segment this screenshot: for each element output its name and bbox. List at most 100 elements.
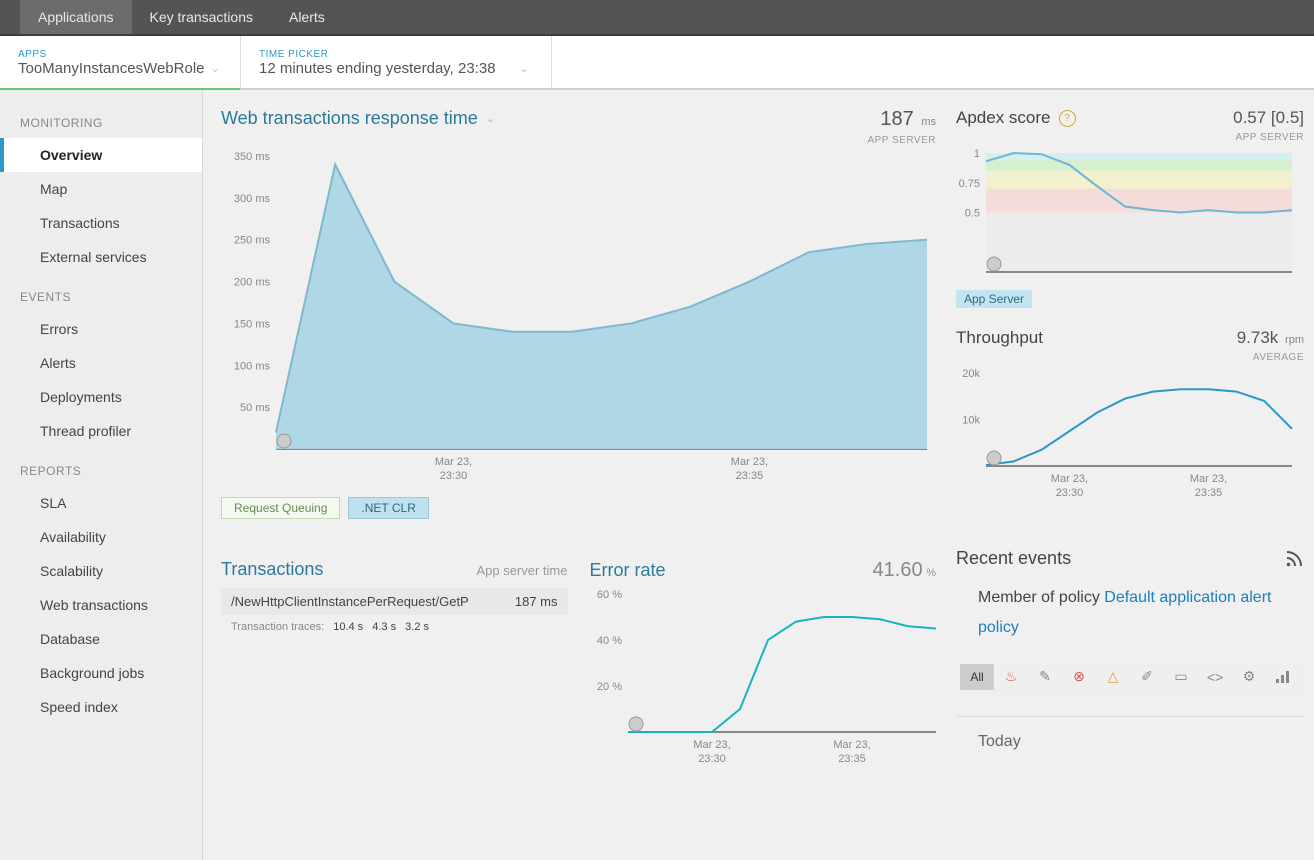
sidebar-item-speed-index[interactable]: Speed index xyxy=(0,690,202,724)
filter-eraser-icon[interactable]: ✎ xyxy=(1028,664,1062,690)
svg-text:50 ms: 50 ms xyxy=(240,402,270,414)
top-tab-bar: Applications Key transactions Alerts xyxy=(0,0,1314,36)
svg-text:0.5: 0.5 xyxy=(965,208,980,220)
recent-events-title: Recent events xyxy=(956,548,1071,569)
sidebar-item-transactions[interactable]: Transactions xyxy=(0,206,202,240)
chevron-down-icon: ⌄ xyxy=(211,62,220,75)
sidebar-item-availability[interactable]: Availability xyxy=(0,520,202,554)
sidebar-item-overview[interactable]: Overview xyxy=(0,138,202,172)
response-time-chart[interactable]: 50 ms100 ms150 ms200 ms250 ms300 ms350 m… xyxy=(221,152,931,487)
svg-text:1: 1 xyxy=(974,149,980,160)
tab-alerts[interactable]: Alerts xyxy=(271,0,343,34)
apdex-pill[interactable]: App Server xyxy=(956,290,1032,308)
throughput-chart[interactable]: 10k 20k Mar 23, 23:30 Mar 23, 23:35 xyxy=(956,369,1296,504)
svg-text:23:35: 23:35 xyxy=(1195,487,1223,499)
app-selector-label: APPS xyxy=(18,49,218,60)
legend-request-queuing[interactable]: Request Queuing xyxy=(221,497,340,519)
response-time-unit: ms xyxy=(921,116,936,128)
filter-fire-icon[interactable]: ♨ xyxy=(994,664,1028,690)
chevron-down-icon: ⌄ xyxy=(520,62,529,75)
sidebar: MONITORING Overview Map Transactions Ext… xyxy=(0,90,203,860)
transaction-row[interactable]: /NewHttpClientInstancePerRequest/GetP 18… xyxy=(221,588,568,615)
filter-gear-icon[interactable]: ⚙ xyxy=(1232,664,1266,690)
app-selector[interactable]: APPS TooManyInstancesWebRole ⌄ xyxy=(0,36,241,88)
transactions-title: Transactions xyxy=(221,559,323,580)
svg-text:150 ms: 150 ms xyxy=(234,318,271,330)
filter-error-icon[interactable]: ⊗ xyxy=(1062,664,1096,690)
help-icon[interactable]: ? xyxy=(1059,110,1076,127)
apdex-chart[interactable]: 0.5 0.75 1 xyxy=(956,149,1296,284)
svg-text:23:35: 23:35 xyxy=(838,753,866,765)
svg-text:23:30: 23:30 xyxy=(1056,487,1084,499)
svg-text:Mar 23,: Mar 23, xyxy=(731,456,768,468)
svg-text:23:30: 23:30 xyxy=(698,753,726,765)
traces-label: Transaction traces: xyxy=(231,621,324,633)
sidebar-section-events: EVENTS xyxy=(0,274,202,312)
sidebar-item-background-jobs[interactable]: Background jobs xyxy=(0,656,202,690)
transactions-sub: App server time xyxy=(476,563,567,578)
svg-text:23:30: 23:30 xyxy=(440,470,468,482)
app-selector-value: TooManyInstancesWebRole xyxy=(18,60,205,77)
response-time-sub: APP SERVER xyxy=(867,135,936,146)
chevron-down-icon: ⌄ xyxy=(486,112,495,125)
sidebar-section-monitoring: MONITORING xyxy=(0,100,202,138)
policy-prefix: Member of policy xyxy=(978,589,1104,606)
error-rate-chart[interactable]: 20 %40 %60 %Mar 23,23:30Mar 23,23:35 xyxy=(590,590,940,770)
error-rate-unit: % xyxy=(926,567,936,579)
sidebar-item-map[interactable]: Map xyxy=(0,172,202,206)
filter-bars-icon[interactable] xyxy=(1266,664,1300,690)
transaction-time: 187 ms xyxy=(515,594,558,609)
time-picker-label: TIME PICKER xyxy=(259,49,529,60)
sidebar-item-external-services[interactable]: External services xyxy=(0,240,202,274)
time-picker-value: 12 minutes ending yesterday, 23:38 xyxy=(259,60,496,77)
filter-code-icon[interactable]: <> xyxy=(1198,664,1232,690)
event-filter-strip: All ♨ ✎ ⊗ △ ✐ ▭ <> ⚙ xyxy=(956,658,1304,696)
sidebar-item-thread-profiler[interactable]: Thread profiler xyxy=(0,414,202,448)
rss-icon[interactable] xyxy=(1284,549,1304,569)
tab-applications[interactable]: Applications xyxy=(20,0,132,34)
time-picker[interactable]: TIME PICKER 12 minutes ending yesterday,… xyxy=(241,36,552,88)
throughput-value: 9.73k xyxy=(1237,328,1279,347)
transactions-panel: Transactions App server time /NewHttpCli… xyxy=(221,559,568,770)
throughput-unit: rpm xyxy=(1285,334,1304,346)
svg-text:100 ms: 100 ms xyxy=(234,360,271,372)
svg-text:Mar 23,: Mar 23, xyxy=(833,739,870,751)
svg-text:20k: 20k xyxy=(962,369,980,380)
sidebar-item-database[interactable]: Database xyxy=(0,622,202,656)
sidebar-item-scalability[interactable]: Scalability xyxy=(0,554,202,588)
svg-text:350 ms: 350 ms xyxy=(234,152,271,163)
svg-text:Mar 23,: Mar 23, xyxy=(1051,473,1088,485)
filter-warn-icon[interactable]: △ xyxy=(1096,664,1130,690)
svg-text:10k: 10k xyxy=(962,415,980,427)
sidebar-item-sla[interactable]: SLA xyxy=(0,486,202,520)
trace-1[interactable]: 4.3 s xyxy=(372,621,396,633)
sidebar-item-deployments[interactable]: Deployments xyxy=(0,380,202,414)
svg-text:20 %: 20 % xyxy=(596,681,621,693)
sidebar-item-errors[interactable]: Errors xyxy=(0,312,202,346)
throughput-sub: AVERAGE xyxy=(1253,352,1304,363)
response-time-value: 187 xyxy=(880,108,913,130)
sidebar-item-web-transactions[interactable]: Web transactions xyxy=(0,588,202,622)
trace-0[interactable]: 10.4 s xyxy=(333,621,363,633)
svg-text:Mar 23,: Mar 23, xyxy=(1190,473,1227,485)
legend-net-clr[interactable]: .NET CLR xyxy=(348,497,428,519)
events-today-heading: Today xyxy=(956,716,1304,751)
trace-2[interactable]: 3.2 s xyxy=(405,621,429,633)
filter-note-icon[interactable]: ✐ xyxy=(1130,664,1164,690)
error-rate-title: Error rate xyxy=(590,560,666,581)
svg-text:Mar 23,: Mar 23, xyxy=(693,739,730,751)
sidebar-item-alerts[interactable]: Alerts xyxy=(0,346,202,380)
response-time-title[interactable]: Web transactions response time ⌄ xyxy=(221,108,495,129)
sidebar-section-reports: REPORTS xyxy=(0,448,202,486)
filter-all[interactable]: All xyxy=(960,664,994,690)
throughput-title: Throughput xyxy=(956,328,1043,348)
apdex-title: Apdex score xyxy=(956,108,1051,128)
transaction-name: /NewHttpClientInstancePerRequest/GetP xyxy=(231,594,469,609)
svg-text:0.75: 0.75 xyxy=(959,178,980,190)
svg-text:200 ms: 200 ms xyxy=(234,277,271,289)
breadcrumb-strip: APPS TooManyInstancesWebRole ⌄ TIME PICKE… xyxy=(0,36,1314,90)
error-rate-value: 41.60 xyxy=(873,559,923,581)
tab-key-transactions[interactable]: Key transactions xyxy=(132,0,272,34)
apdex-value: 0.57 [0.5] xyxy=(1233,108,1304,127)
filter-monitor-icon[interactable]: ▭ xyxy=(1164,664,1198,690)
